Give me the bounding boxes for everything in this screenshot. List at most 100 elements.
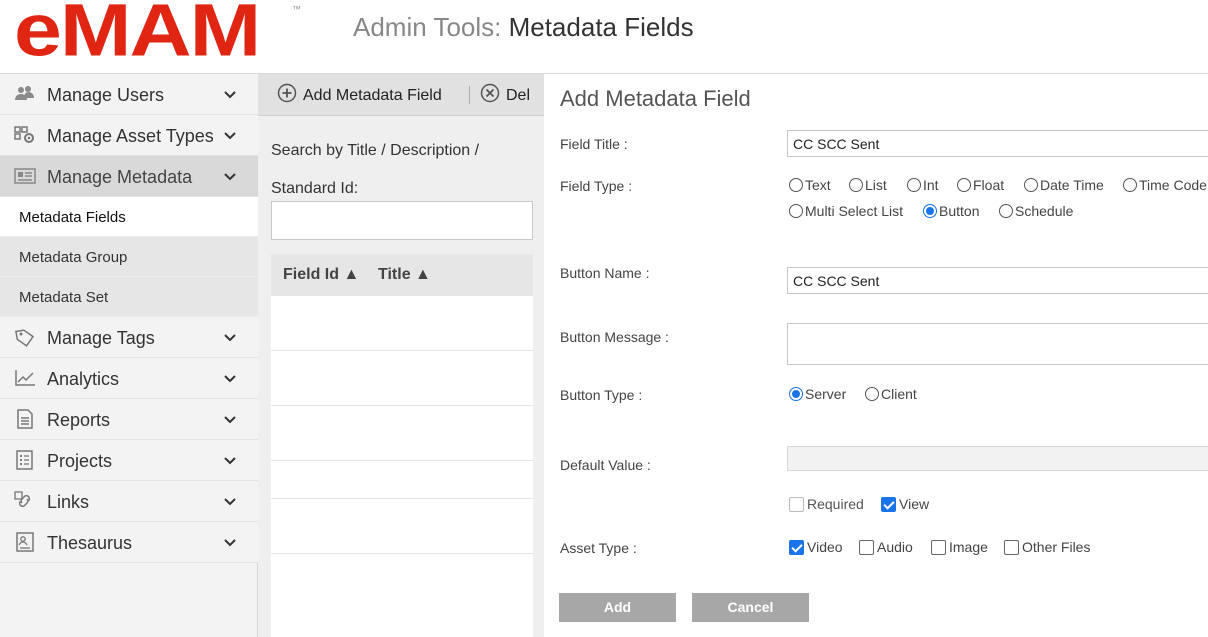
radio-icon <box>957 178 971 192</box>
sidebar-item-label: Manage Metadata <box>47 167 193 187</box>
column-header-field-id[interactable]: Field Id ▲ <box>283 266 359 284</box>
delete-label: Del <box>506 86 531 104</box>
chevron-down-icon[interactable] <box>222 128 238 144</box>
sidebar-subitem-metadata-set[interactable]: Metadata Set <box>0 277 258 317</box>
field-type-int-radio[interactable]: Int <box>907 177 939 193</box>
field-title-input[interactable] <box>787 130 1208 157</box>
sidebar-item-projects[interactable]: Projects <box>0 440 258 481</box>
checkbox-icon <box>789 496 804 512</box>
plus-circle-icon <box>277 83 297 108</box>
chevron-down-icon[interactable] <box>222 535 238 551</box>
metadata-field-list-panel: Add Metadata Field Del Search by Title /… <box>258 74 544 637</box>
sidebar-item-reports[interactable]: Reports <box>0 399 258 440</box>
sidebar-subitem-label: Metadata Fields <box>19 209 126 226</box>
button-message-input[interactable] <box>787 323 1208 365</box>
sidebar-item-label: Links <box>47 492 90 512</box>
chevron-down-icon[interactable] <box>222 494 238 510</box>
analytics-icon <box>14 368 36 388</box>
button-type-server-radio[interactable]: Server <box>789 386 846 402</box>
delete-button[interactable]: Del <box>480 83 530 108</box>
field-type-time-code-radio[interactable]: Time Code <box>1123 177 1207 193</box>
emam-logo[interactable]: eMAM <box>14 0 261 68</box>
users-icon <box>14 84 36 104</box>
radio-selected-icon <box>789 387 803 401</box>
sidebar-item-manage-users[interactable]: Manage Users <box>0 74 258 115</box>
default-value-input[interactable] <box>787 446 1208 471</box>
asset-type-audio-checkbox[interactable]: Audio <box>859 539 913 555</box>
list-item[interactable] <box>271 406 533 461</box>
button-type-label: Button Type : <box>560 387 643 403</box>
page-title-prefix: Admin Tools: <box>353 12 509 42</box>
field-title-label: Field Title : <box>560 136 628 152</box>
field-type-date-time-radio[interactable]: Date Time <box>1024 177 1104 193</box>
close-circle-icon <box>480 83 500 108</box>
search-label: Search by Title / Description / Standard… <box>271 142 480 197</box>
button-name-label: Button Name : <box>560 265 650 281</box>
sidebar-item-manage-metadata[interactable]: Manage Metadata <box>0 156 258 197</box>
button-type-client-radio[interactable]: Client <box>865 386 917 402</box>
list-item[interactable] <box>271 461 533 499</box>
toolbar-divider <box>469 86 470 104</box>
field-type-list-radio[interactable]: List <box>849 177 887 193</box>
field-type-float-radio[interactable]: Float <box>957 177 1004 193</box>
asset-type-other-files-checkbox[interactable]: Other Files <box>1004 539 1090 555</box>
sidebar-item-label: Manage Users <box>47 85 165 105</box>
cancel-button[interactable]: Cancel <box>692 593 809 622</box>
radio-selected-icon <box>923 204 937 218</box>
button-name-input[interactable] <box>787 267 1208 294</box>
field-type-text-radio[interactable]: Text <box>789 177 831 193</box>
column-header-title[interactable]: Title ▲ <box>378 266 431 284</box>
radio-icon <box>907 178 921 192</box>
add-metadata-field-button[interactable]: Add Metadata Field <box>277 83 442 108</box>
sidebar-item-analytics[interactable]: Analytics <box>0 358 258 399</box>
page-title: Admin Tools: Metadata Fields <box>353 12 694 43</box>
form-title: Add Metadata Field <box>560 86 751 111</box>
radio-icon <box>1024 178 1038 192</box>
add-button[interactable]: Add <box>559 593 676 622</box>
field-type-button-radio[interactable]: Button <box>923 203 979 219</box>
tag-icon <box>14 327 36 347</box>
list-toolbar: Add Metadata Field Del <box>258 74 544 116</box>
sidebar-item-manage-asset-types[interactable]: Manage Asset Types <box>0 115 258 156</box>
sidebar-item-manage-tags[interactable]: Manage Tags <box>0 317 258 358</box>
view-checkbox[interactable]: View <box>881 496 929 512</box>
field-type-label: Field Type : <box>560 178 633 194</box>
asset-type-image-checkbox[interactable]: Image <box>931 539 988 555</box>
checkbox-checked-icon <box>789 539 804 555</box>
link-icon <box>14 491 36 511</box>
chevron-down-icon[interactable] <box>222 330 238 346</box>
checkbox-icon <box>931 539 946 555</box>
add-metadata-field-label: Add Metadata Field <box>303 86 442 104</box>
radio-icon <box>865 387 879 401</box>
chevron-down-icon[interactable] <box>222 412 238 428</box>
asset-types-icon <box>14 125 36 145</box>
projects-icon <box>14 450 36 470</box>
sidebar-item-links[interactable]: Links <box>0 481 258 522</box>
field-type-schedule-radio[interactable]: Schedule <box>999 203 1073 219</box>
chevron-down-icon[interactable] <box>222 453 238 469</box>
checkbox-icon <box>1004 539 1019 555</box>
required-checkbox[interactable]: Required <box>789 496 864 512</box>
report-icon <box>14 409 36 429</box>
radio-icon <box>999 204 1013 218</box>
sidebar-item-thesaurus[interactable]: Thesaurus <box>0 522 258 563</box>
asset-type-video-checkbox[interactable]: Video <box>789 539 843 555</box>
sidebar-item-label: Reports <box>47 410 111 430</box>
field-type-multi-select-list-radio[interactable]: Multi Select List <box>789 203 903 219</box>
chevron-down-icon[interactable] <box>222 87 238 103</box>
chevron-down-icon[interactable] <box>222 371 238 387</box>
sidebar-subitem-metadata-fields[interactable]: Metadata Fields <box>0 197 258 237</box>
metadata-icon <box>14 166 36 186</box>
default-value-label: Default Value : <box>560 457 651 473</box>
page-title-main: Metadata Fields <box>508 12 694 42</box>
search-input[interactable] <box>271 201 533 240</box>
radio-icon <box>1123 178 1137 192</box>
list-item[interactable] <box>271 499 533 554</box>
chevron-down-icon[interactable] <box>222 169 238 185</box>
sidebar-subitem-label: Metadata Group <box>19 249 128 266</box>
app-header: eMAM ™ Admin Tools: Metadata Fields <box>0 0 1208 74</box>
list-item[interactable] <box>271 351 533 406</box>
thesaurus-icon <box>14 532 36 552</box>
list-item[interactable] <box>271 296 533 351</box>
sidebar-subitem-metadata-group[interactable]: Metadata Group <box>0 237 258 277</box>
